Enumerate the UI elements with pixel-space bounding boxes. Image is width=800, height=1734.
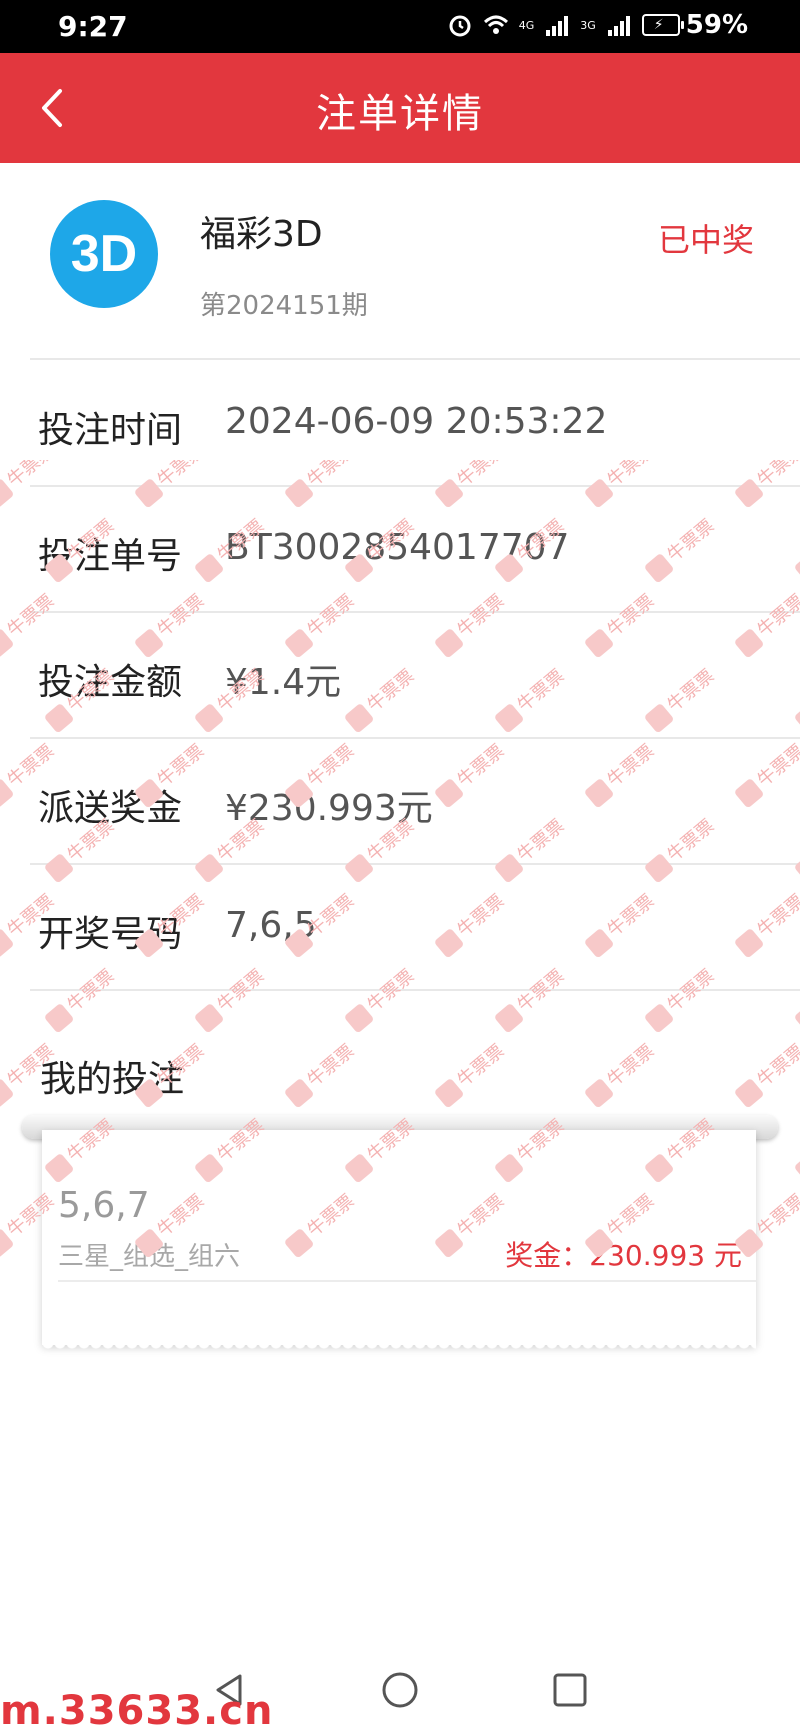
watermark-text: 牛票票 [281, 1037, 359, 1109]
watermark-logo-icon [733, 1077, 765, 1109]
lottery-name: 福彩3D [200, 214, 323, 255]
alarm-icon [449, 15, 471, 37]
watermark-text: 牛票票 [431, 1037, 509, 1109]
bet-time-label: 投注时间 [38, 410, 183, 451]
status-bar: 9:27 4G 3G ⚡ 59% [0, 0, 800, 53]
bet-time-row: 投注时间 2024-06-09 20:53:22 [0, 361, 800, 485]
page-title: 注单详情 [316, 91, 484, 137]
watermark-logo-icon [583, 1077, 615, 1109]
draw-numbers-value: 7,6,5 [225, 905, 317, 946]
watermark-logo-icon [793, 1002, 800, 1034]
lottery-info: 3D 福彩3D 第2024151期 已中奖 [0, 163, 800, 360]
draw-numbers-row: 开奖号码 7,6,5 [0, 865, 800, 989]
lottery-period: 第2024151期 [200, 291, 368, 321]
divider [30, 358, 800, 360]
nav-home-icon[interactable] [380, 1670, 420, 1710]
watermark-logo-icon [43, 1002, 75, 1034]
signal-icon [607, 16, 630, 36]
battery-indicator: ⚡ 59% [641, 10, 748, 40]
network-4g-label: 4G [518, 18, 535, 32]
app-header: 注单详情 [0, 53, 800, 163]
draw-numbers-label: 开奖号码 [38, 914, 183, 955]
watermark-text: 牛票票 [731, 1037, 800, 1109]
prize-label: 派送奖金 [38, 788, 183, 829]
nav-recents-icon[interactable] [550, 1670, 590, 1710]
network-3g-label: 3G [580, 18, 596, 32]
site-url-watermark: m.33633.cn [0, 1688, 274, 1734]
watermark-text: 牛票票 [791, 1112, 800, 1184]
watermark-logo-icon [433, 1077, 465, 1109]
lottery-logo-text: 3D [70, 225, 138, 283]
bet-time-value: 2024-06-09 20:53:22 [225, 401, 608, 442]
bet-play-type: 三星_组选_组六 [58, 1242, 241, 1272]
amount-row: 投注金额 ¥1.4元 [0, 613, 800, 737]
win-status-badge: 已中奖 [657, 221, 754, 259]
amount-label: 投注金额 [38, 662, 183, 703]
ticket-divider [58, 1280, 756, 1282]
watermark-text: 牛票票 [581, 1037, 659, 1109]
lottery-logo: 3D [50, 200, 158, 308]
order-no-row: 投注单号 BT3002854017707 [0, 487, 800, 611]
status-time: 9:27 [58, 10, 128, 43]
bet-numbers: 5,6,7 [58, 1185, 150, 1226]
watermark-logo-icon [193, 1002, 225, 1034]
bet-prize: 奖金：230.993 元 [505, 1239, 742, 1272]
order-no-label: 投注单号 [38, 536, 183, 577]
status-icons: 4G 3G ⚡ 59% [447, 10, 748, 40]
divider [30, 989, 800, 991]
prize-value: ¥230.993元 [225, 788, 433, 829]
watermark-logo-icon [343, 1002, 375, 1034]
watermark-logo-icon [0, 1227, 15, 1259]
watermark-logo-icon [493, 1002, 525, 1034]
order-no-value: BT3002854017707 [225, 527, 570, 568]
amount-value: ¥1.4元 [225, 662, 342, 703]
signal-icon [546, 16, 569, 36]
bet-ticket: 5,6,7 三星_组选_组六 奖金：230.993 元 [42, 1130, 756, 1353]
wifi-icon [483, 15, 508, 34]
watermark-logo-icon [793, 1152, 800, 1184]
watermark-logo-icon [0, 1077, 15, 1109]
prize-row: 派送奖金 ¥230.993元 [0, 739, 800, 863]
watermark-logo-icon [283, 1077, 315, 1109]
my-bets-title: 我的投注 [40, 1059, 185, 1100]
watermark-logo-icon [643, 1002, 675, 1034]
battery-percent: 59% [685, 10, 748, 40]
battery-icon: ⚡ [641, 14, 684, 36]
